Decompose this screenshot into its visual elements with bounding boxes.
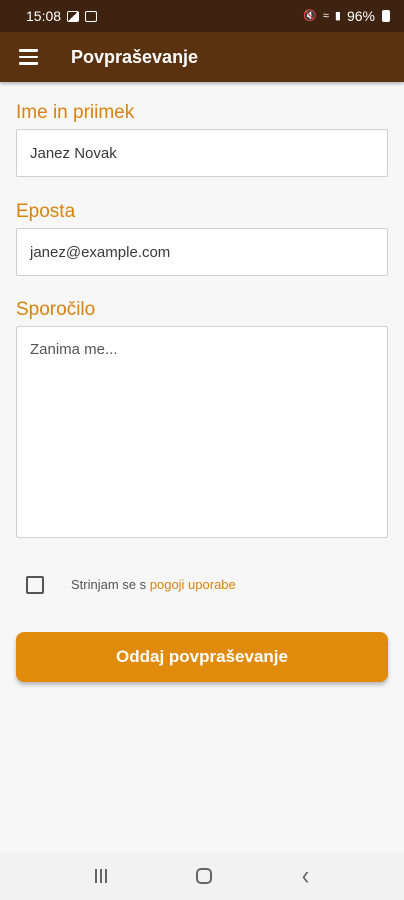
status-bar-right: 🔇 ≈ ▮ 96%: [303, 8, 390, 24]
status-time: 15:08: [26, 8, 62, 24]
message-label: Sporočilo: [16, 299, 96, 320]
email-field[interactable]: janez@example.com: [16, 228, 388, 276]
app-bar: Povpraševanje: [0, 32, 404, 82]
battery-percent: 96%: [346, 8, 375, 24]
recents-icon[interactable]: [94, 869, 107, 883]
status-bar: 15:08 🔇 ≈ ▮ 96%: [0, 0, 404, 32]
system-nav-bar: ‹: [0, 852, 404, 900]
terms-prefix: Strinjam se s: [71, 577, 150, 592]
submit-button[interactable]: Oddaj povpraševanje: [16, 632, 388, 682]
notification-icon: [85, 10, 98, 22]
message-field[interactable]: Zanima me...: [16, 326, 388, 538]
home-icon[interactable]: [196, 868, 213, 884]
name-field[interactable]: Janez Novak: [16, 129, 388, 177]
terms-text: Strinjam se s pogoji uporabe: [71, 577, 236, 592]
mute-icon: 🔇: [303, 9, 317, 22]
email-label: Eposta: [16, 201, 76, 222]
battery-icon: [382, 10, 390, 22]
terms-checkbox[interactable]: [26, 576, 44, 594]
signal-icon: ▮: [334, 9, 341, 22]
hamburger-icon[interactable]: [0, 32, 56, 82]
name-label: Ime in priimek: [16, 102, 135, 123]
back-icon[interactable]: ‹: [302, 862, 309, 889]
image-icon: [67, 10, 80, 22]
wifi-icon: ≈: [322, 9, 329, 22]
page-title: Povpraševanje: [71, 46, 199, 67]
status-bar-left: 15:08: [26, 8, 98, 24]
terms-link[interactable]: pogoji uporabe: [150, 577, 236, 592]
